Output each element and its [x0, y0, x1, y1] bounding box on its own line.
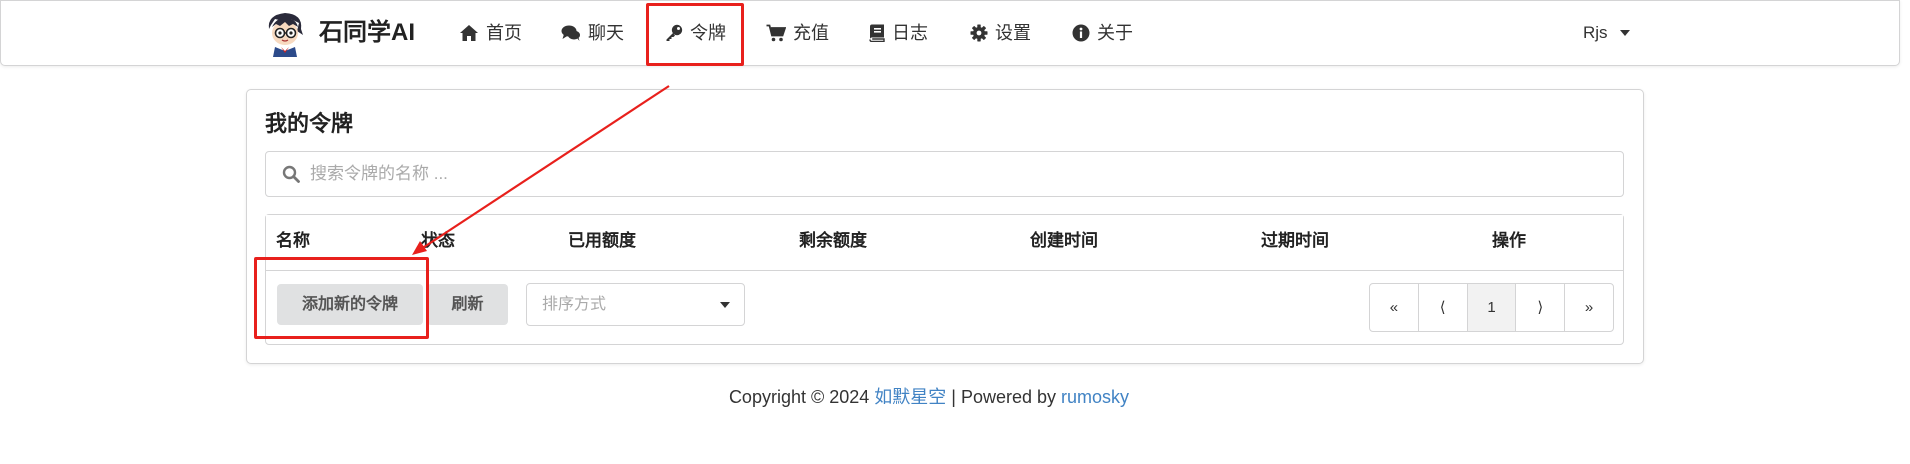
info-icon [1072, 24, 1090, 42]
column-header-expire-time[interactable]: 过期时间 [1261, 215, 1329, 270]
column-header-status[interactable]: 状态 [421, 215, 455, 270]
column-header-remaining-quota[interactable]: 剩余额度 [799, 215, 867, 270]
sort-dropdown[interactable]: 排序方式 [526, 283, 745, 326]
nav-item-settings[interactable]: 设置 [970, 1, 1031, 65]
chevron-down-icon [720, 302, 730, 308]
column-header-name[interactable]: 名称 [276, 215, 310, 270]
nav-item-label: 日志 [892, 23, 928, 43]
column-header-used-quota[interactable]: 已用额度 [568, 215, 636, 270]
brand-name[interactable]: 石同学AI [319, 1, 415, 65]
user-name: Rjs [1583, 23, 1608, 42]
search-icon [282, 165, 300, 183]
column-header-actions: 操作 [1492, 231, 1526, 250]
logo-icon[interactable] [263, 9, 307, 57]
pagination-next[interactable]: ⟩ [1516, 284, 1566, 331]
footer-separator: | Powered by [946, 387, 1062, 407]
pagination: « ⟨ 1 ⟩ » [1369, 283, 1614, 332]
column-header-created-time[interactable]: 创建时间 [1030, 215, 1098, 270]
search-box [265, 151, 1624, 197]
nav-item-label: 令牌 [690, 23, 726, 43]
table-header: 名称 状态 已用额度 剩余额度 创建时间 过期时间 操作 [266, 215, 1623, 271]
gear-icon [970, 24, 988, 42]
top-navbar: 石同学AI 首页 聊天 令牌 充值 日志 设置 关于 Rjs [0, 0, 1900, 66]
home-icon [460, 25, 478, 41]
nav-item-label: 设置 [995, 23, 1031, 43]
chevron-down-icon [1619, 30, 1630, 36]
nav-item-label: 关于 [1097, 23, 1133, 43]
user-menu[interactable]: Rjs [1583, 1, 1630, 65]
footer-author-link[interactable]: 如默星空 [874, 387, 946, 407]
add-token-button[interactable]: 添加新的令牌 [277, 284, 423, 325]
key-icon [666, 24, 683, 41]
nav-item-tokens[interactable]: 令牌 [665, 1, 726, 65]
pagination-last[interactable]: » [1565, 284, 1613, 331]
nav-item-label: 充值 [793, 23, 829, 43]
page-title: 我的令牌 [265, 111, 354, 136]
cart-icon [766, 24, 787, 42]
comments-icon [561, 25, 580, 41]
nav-item-recharge[interactable]: 充值 [766, 1, 829, 65]
nav-item-logs[interactable]: 日志 [869, 1, 928, 65]
nav-item-home[interactable]: 首页 [459, 1, 522, 65]
nav-item-label: 首页 [486, 23, 522, 43]
nav-item-chat[interactable]: 聊天 [561, 1, 624, 65]
page-footer: Copyright © 2024 如默星空 | Powered by rumos… [0, 383, 1858, 409]
refresh-button[interactable]: 刷新 [427, 284, 508, 325]
pagination-page-1[interactable]: 1 [1467, 284, 1517, 331]
sort-dropdown-placeholder: 排序方式 [542, 296, 607, 313]
nav-item-about[interactable]: 关于 [1072, 1, 1133, 65]
book-icon [869, 24, 885, 43]
search-input[interactable] [310, 152, 1600, 196]
footer-copyright: Copyright © 2024 [728, 387, 875, 407]
nav-item-label: 聊天 [588, 23, 624, 43]
footer-powered-link[interactable]: rumosky [1061, 387, 1129, 407]
pagination-prev[interactable]: ⟨ [1419, 284, 1468, 331]
pagination-first[interactable]: « [1370, 284, 1419, 331]
